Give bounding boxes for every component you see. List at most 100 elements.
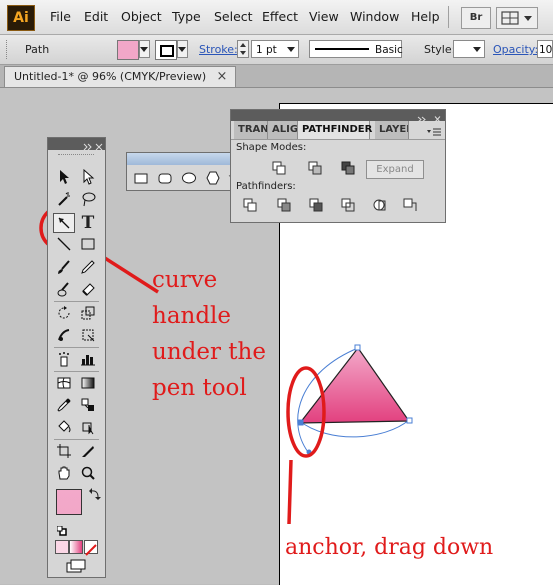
type-tool[interactable]: T <box>77 213 99 233</box>
mesh-tool[interactable] <box>53 373 75 393</box>
zoom-tool[interactable] <box>77 463 99 483</box>
trim-button[interactable] <box>277 197 291 212</box>
gradient-tool[interactable] <box>77 373 99 393</box>
blend-tool[interactable] <box>77 395 99 415</box>
tab-align[interactable]: ALIGN <box>268 121 298 139</box>
column-graph-tool[interactable] <box>77 349 99 369</box>
rectangle-tool[interactable] <box>77 234 99 254</box>
live-paint-bucket-tool[interactable] <box>53 417 75 437</box>
default-fill-stroke-icon[interactable] <box>56 521 67 536</box>
exclude-icon <box>341 161 355 175</box>
fill-color-box[interactable] <box>56 489 82 515</box>
warp-tool[interactable] <box>53 325 75 345</box>
tools-divider <box>54 371 99 372</box>
live-paint-selection-icon <box>82 422 94 435</box>
tools-panel-header[interactable] <box>48 138 105 151</box>
unite-icon <box>272 161 286 175</box>
paintbrush-icon <box>58 260 70 274</box>
screen-mode-button[interactable] <box>65 558 89 573</box>
tab-layers[interactable]: LAYER <box>375 121 409 139</box>
gradient-mode-button[interactable] <box>69 540 83 554</box>
annotation-line: handle <box>152 303 232 329</box>
blend-icon <box>81 398 94 411</box>
eyedropper-icon <box>57 398 71 412</box>
live-paint-selection-tool[interactable] <box>77 417 99 437</box>
tools-divider <box>54 439 99 440</box>
merge-button[interactable] <box>309 197 323 212</box>
line-segment-tool[interactable] <box>53 234 75 254</box>
minus-back-icon <box>403 198 417 211</box>
crop-icon <box>341 198 355 212</box>
artboard-tool[interactable] <box>53 441 75 461</box>
minus-front-button[interactable] <box>308 160 322 175</box>
annotation-line: under the <box>152 339 266 365</box>
color-mode-button[interactable] <box>55 540 69 554</box>
scale-tool[interactable] <box>77 303 99 323</box>
ellipse-tool[interactable] <box>178 168 200 188</box>
paint-bucket-icon <box>58 420 71 433</box>
anchor-point-top[interactable] <box>354 344 361 351</box>
direct-selection-tool[interactable] <box>77 167 99 187</box>
tools-panel: T <box>47 137 106 578</box>
crop-button[interactable] <box>341 197 355 212</box>
pink-triangle[interactable] <box>298 346 411 424</box>
tab-transform[interactable]: TRAN <box>234 121 268 139</box>
blob-brush-tool[interactable] <box>53 279 75 299</box>
trim-icon <box>277 198 291 212</box>
unite-button[interactable] <box>272 160 286 175</box>
divide-icon <box>243 198 257 212</box>
rounded-rectangle-tool[interactable] <box>154 168 176 188</box>
eyedropper-tool[interactable] <box>53 395 75 415</box>
selection-tool[interactable] <box>53 167 75 187</box>
symbol-sprayer-tool[interactable] <box>53 349 75 369</box>
paintbrush-tool[interactable] <box>53 257 75 277</box>
anchor-point-right[interactable] <box>406 417 413 424</box>
scale-icon <box>81 306 95 320</box>
tools-divider <box>54 347 99 348</box>
none-mode-button[interactable] <box>84 540 98 556</box>
none-slash-icon <box>85 544 97 556</box>
line-segment-icon <box>57 237 71 251</box>
pathfinder-panel: TRAN ALIGN PATHFINDER LAYER Shape Modes:… <box>230 109 446 223</box>
pen-tool[interactable] <box>53 213 75 233</box>
rectangle-tool[interactable] <box>130 168 152 188</box>
artboard-icon <box>57 444 71 458</box>
rotate-icon <box>58 306 70 319</box>
outline-button[interactable] <box>373 197 387 211</box>
rotate-tool[interactable] <box>53 303 75 323</box>
pen-nib-icon <box>58 217 70 229</box>
exclude-button[interactable] <box>341 160 355 175</box>
panel-collapse-icon <box>83 143 103 151</box>
polygon-tool[interactable] <box>202 168 224 188</box>
free-transform-icon <box>82 329 95 342</box>
anchor-point-left[interactable] <box>297 419 304 426</box>
shape-modes-label: Shape Modes: <box>236 142 307 153</box>
rectangle-icon <box>81 238 95 250</box>
pencil-tool[interactable] <box>77 257 99 277</box>
annotation-line: curve <box>152 267 218 293</box>
slice-tool[interactable] <box>77 441 99 461</box>
warp-icon <box>58 329 70 341</box>
hand-tool[interactable] <box>53 463 75 483</box>
symbol-sprayer-icon <box>59 352 69 367</box>
tools-grip[interactable] <box>58 154 94 157</box>
minus-back-button[interactable] <box>403 197 417 211</box>
polygon-icon <box>206 171 220 185</box>
panel-header[interactable] <box>231 110 445 123</box>
expand-button[interactable]: Expand <box>366 160 424 179</box>
annotation-anchor-drag: anchor, drag down <box>285 535 494 560</box>
magic-wand-tool[interactable] <box>53 189 75 209</box>
annotation-curve-handle: curve handle under the pen tool <box>152 262 266 406</box>
tab-pathfinder[interactable]: PATHFINDER <box>298 121 372 139</box>
swap-fill-stroke-icon[interactable] <box>89 485 101 500</box>
eraser-tool[interactable] <box>77 279 99 299</box>
lasso-tool[interactable] <box>77 189 99 209</box>
blob-brush-icon <box>57 282 69 297</box>
magic-wand-icon <box>58 192 70 206</box>
selection-arrow-icon <box>60 170 69 184</box>
divide-button[interactable] <box>243 197 257 212</box>
free-transform-tool[interactable] <box>77 325 99 345</box>
pencil-icon <box>81 260 95 274</box>
panel-menu-icon[interactable] <box>426 123 442 136</box>
magnifier-icon <box>81 466 95 480</box>
